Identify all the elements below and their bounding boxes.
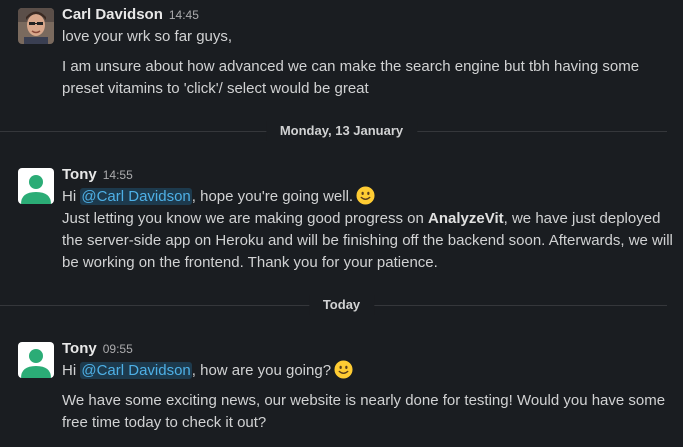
user-mention[interactable]: @Carl Davidson	[80, 362, 192, 379]
timestamp[interactable]: 14:45	[169, 8, 199, 22]
message-line: free time today to check it out?	[62, 414, 267, 431]
message-line: We have some exciting news, our website …	[62, 392, 666, 409]
default-user-avatar-icon[interactable]	[18, 342, 54, 378]
date-divider-label[interactable]: Monday, 13 January	[265, 121, 418, 141]
message-line: love your wrk so far guys,	[62, 28, 233, 45]
message-header: Tony 14:55	[62, 166, 133, 183]
message-line: Hi @Carl Davidson, how are you going?	[62, 360, 671, 386]
author-name[interactable]: Carl Davidson	[62, 6, 163, 23]
message-header: Carl Davidson 14:45	[62, 6, 199, 23]
timestamp[interactable]: 09:55	[103, 342, 133, 356]
message-text: , hope you're going well.	[191, 188, 354, 205]
slightly-smiling-face-icon	[334, 360, 353, 386]
message-text: Just letting you know we are making good…	[62, 210, 429, 227]
message-text: , how are you going?	[191, 362, 332, 379]
greeting-text: Hi	[62, 188, 77, 205]
user-mention[interactable]: @Carl Davidson	[80, 188, 192, 205]
message-line: be working on the frontend. Thank you fo…	[62, 254, 438, 271]
message-line: I am unsure about how advanced we can ma…	[62, 58, 640, 75]
bold-project-name: AnalyzeVit	[428, 210, 504, 227]
default-user-avatar-icon[interactable]	[18, 168, 54, 204]
date-divider-label[interactable]: Today	[308, 295, 375, 315]
timestamp[interactable]: 14:55	[103, 168, 133, 182]
message-header: Tony 09:55	[62, 340, 133, 357]
author-name[interactable]: Tony	[62, 166, 97, 183]
date-divider: Today	[0, 295, 683, 315]
date-divider: Monday, 13 January	[0, 121, 683, 141]
author-name[interactable]: Tony	[62, 340, 97, 357]
message-line: preset vitamins to 'click'/ select would…	[62, 80, 369, 97]
message-line: Just letting you know we are making good…	[62, 208, 671, 230]
message-text: , we have just deployed	[503, 210, 661, 227]
avatar-carl-davidson[interactable]	[18, 8, 54, 44]
greeting-text: Hi	[62, 362, 77, 379]
message-line: the server-side app on Heroku and will b…	[62, 232, 673, 249]
